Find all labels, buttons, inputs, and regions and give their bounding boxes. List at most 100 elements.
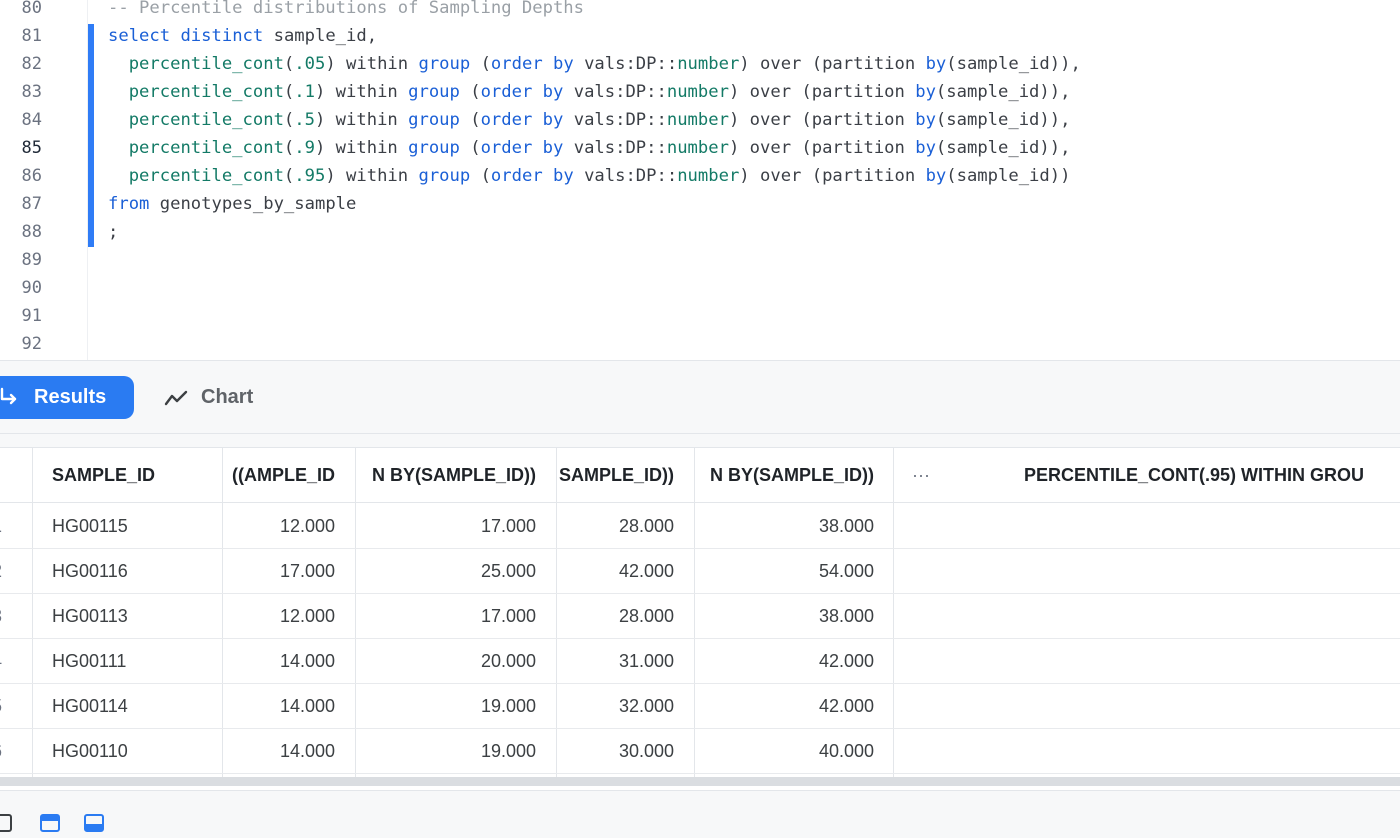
code-line[interactable]: select distinct sample_id, bbox=[108, 22, 377, 50]
cell-value[interactable]: 19.000 bbox=[355, 684, 536, 729]
code-token: group bbox=[408, 138, 460, 158]
cell-value[interactable]: 38.000 bbox=[694, 504, 874, 549]
code-token: -- Percentile distributions of Sampling … bbox=[108, 0, 584, 18]
code-token: order by bbox=[490, 166, 574, 186]
scrollbar-thumb[interactable] bbox=[0, 777, 1400, 786]
sql-editor[interactable]: 80 81 82 83 84 85 86 87 88 89 90 91 92 -- Percentile… bbox=[0, 0, 1400, 360]
cell-sample-id[interactable]: HG00115 bbox=[52, 504, 220, 549]
code-token: genotypes_by_sample bbox=[149, 194, 357, 214]
code-token: ( bbox=[283, 54, 295, 74]
cell-value[interactable]: 19.000 bbox=[355, 729, 536, 774]
cell-value[interactable]: 30.000 bbox=[556, 729, 674, 774]
code-token: vals:DP:: bbox=[563, 110, 667, 130]
cell-value[interactable]: 28.000 bbox=[556, 594, 674, 639]
table-row[interactable]: 4 HG0011114.000 20.000 31.000 42.000 bbox=[0, 639, 1400, 684]
cell-value[interactable]: 17.000 bbox=[222, 549, 335, 594]
code-token: ( bbox=[283, 166, 295, 186]
code-token: select bbox=[108, 26, 171, 46]
code-token: ( bbox=[283, 110, 295, 130]
code-token: vals:DP:: bbox=[573, 54, 678, 74]
code-line[interactable]: from genotypes_by_sample bbox=[108, 190, 356, 218]
selection-indicator bbox=[88, 24, 94, 247]
table-row[interactable]: 5 HG0011414.000 19.000 32.000 42.000 bbox=[0, 684, 1400, 729]
cell-sample-id[interactable]: HG00111 bbox=[52, 639, 220, 684]
code-token: vals:DP:: bbox=[563, 138, 667, 158]
column-header-percentile-95[interactable]: PERCENTILE_CONT(.95) WITHIN GROU bbox=[1024, 448, 1400, 503]
column-header-percentile-9[interactable]: N BY(SAMPLE_ID)) bbox=[694, 448, 874, 503]
cell-value[interactable]: 14.000 bbox=[222, 729, 335, 774]
code-token: by bbox=[915, 138, 936, 158]
code-token: ) over (partition bbox=[728, 138, 916, 158]
cell-sample-id[interactable]: HG00113 bbox=[52, 594, 220, 639]
code-line[interactable]: ; bbox=[108, 218, 118, 246]
line-number: 87 bbox=[21, 194, 42, 214]
code-line[interactable]: percentile_cont(.5) within group (order … bbox=[108, 106, 1071, 134]
code-token: (sample_id)), bbox=[935, 110, 1071, 130]
code-token: by bbox=[915, 110, 936, 130]
code-token: percentile_cont bbox=[128, 82, 284, 102]
code-token: order by bbox=[480, 82, 564, 102]
line-chart-icon bbox=[164, 390, 188, 405]
column-header-percentile-5[interactable]: SAMPLE_ID)) bbox=[556, 448, 674, 503]
column-header-sample-id[interactable]: SAMPLE_ID bbox=[52, 448, 220, 503]
row-number: 4 bbox=[0, 639, 12, 684]
line-number: 88 bbox=[21, 222, 42, 242]
code-line[interactable]: percentile_cont(.95) within group (order… bbox=[108, 162, 1071, 190]
code-token: .1 bbox=[294, 82, 315, 102]
code-token: ) over (partition bbox=[728, 82, 916, 102]
code-token: percentile_cont bbox=[128, 166, 284, 186]
code-token: ) within bbox=[325, 54, 419, 74]
cell-value[interactable]: 42.000 bbox=[556, 549, 674, 594]
line-number: 91 bbox=[21, 306, 42, 326]
code-token: by bbox=[915, 82, 936, 102]
table-row[interactable]: 1 HG0011512.000 17.000 28.000 38.000 bbox=[0, 504, 1400, 549]
cell-value[interactable]: 17.000 bbox=[355, 504, 536, 549]
column-overflow-icon[interactable]: ··· bbox=[912, 448, 942, 503]
cell-sample-id[interactable]: HG00114 bbox=[52, 684, 220, 729]
results-tab-button[interactable]: Results bbox=[0, 376, 134, 419]
cell-value[interactable]: 14.000 bbox=[222, 684, 335, 729]
cell-value[interactable]: 42.000 bbox=[694, 684, 874, 729]
table-row[interactable]: 6 HG0011014.000 19.000 30.000 40.000 bbox=[0, 729, 1400, 774]
cell-value[interactable]: 32.000 bbox=[556, 684, 674, 729]
code-line[interactable]: percentile_cont(.05) within group (order… bbox=[108, 50, 1081, 78]
cell-value[interactable]: 25.000 bbox=[355, 549, 536, 594]
column-header-percentile-05[interactable]: AMPLE_ID)) bbox=[222, 448, 335, 503]
code-line[interactable]: percentile_cont(.9) within group (order … bbox=[108, 134, 1071, 162]
cell-value[interactable]: 12.000 bbox=[222, 594, 335, 639]
line-number: 82 bbox=[21, 54, 42, 74]
cell-value[interactable]: 28.000 bbox=[556, 504, 674, 549]
cell-sample-id[interactable]: HG00110 bbox=[52, 729, 220, 774]
layout-editor-only-icon[interactable] bbox=[0, 814, 12, 832]
cell-value[interactable]: 54.000 bbox=[694, 549, 874, 594]
cell-value[interactable]: 38.000 bbox=[694, 594, 874, 639]
code-line[interactable]: -- Percentile distributions of Sampling … bbox=[108, 0, 584, 22]
code-token: number bbox=[677, 54, 740, 74]
layout-split-top-icon[interactable] bbox=[40, 814, 60, 832]
cell-value[interactable]: 42.000 bbox=[694, 639, 874, 684]
cell-value[interactable]: 17.000 bbox=[355, 594, 536, 639]
cell-value[interactable]: 20.000 bbox=[355, 639, 536, 684]
horizontal-scrollbar[interactable] bbox=[0, 777, 1400, 786]
cell-value[interactable]: 40.000 bbox=[694, 729, 874, 774]
code-token: (sample_id)), bbox=[935, 138, 1071, 158]
table-row[interactable]: 2 HG0011617.000 25.000 42.000 54.000 bbox=[0, 549, 1400, 594]
code-token: ) within bbox=[314, 138, 409, 158]
chart-tab-button[interactable]: Chart bbox=[163, 376, 253, 419]
code-token: order by bbox=[480, 138, 564, 158]
cell-value[interactable]: 31.000 bbox=[556, 639, 674, 684]
line-number: 83 bbox=[21, 82, 42, 102]
code-line[interactable]: percentile_cont(.1) within group (order … bbox=[108, 78, 1071, 106]
layout-split-bottom-icon[interactable] bbox=[84, 814, 104, 832]
code-token: vals:DP:: bbox=[573, 166, 678, 186]
cell-value[interactable]: 12.000 bbox=[222, 504, 335, 549]
cell-sample-id[interactable]: HG00116 bbox=[52, 549, 220, 594]
table-row[interactable]: 3 HG0011312.000 17.000 28.000 38.000 bbox=[0, 594, 1400, 639]
column-header-percentile-1[interactable]: N BY(SAMPLE_ID)) bbox=[355, 448, 536, 503]
cell-value[interactable]: 14.000 bbox=[222, 639, 335, 684]
results-tab-label: Results bbox=[34, 386, 107, 408]
code-token: ( bbox=[459, 110, 481, 130]
